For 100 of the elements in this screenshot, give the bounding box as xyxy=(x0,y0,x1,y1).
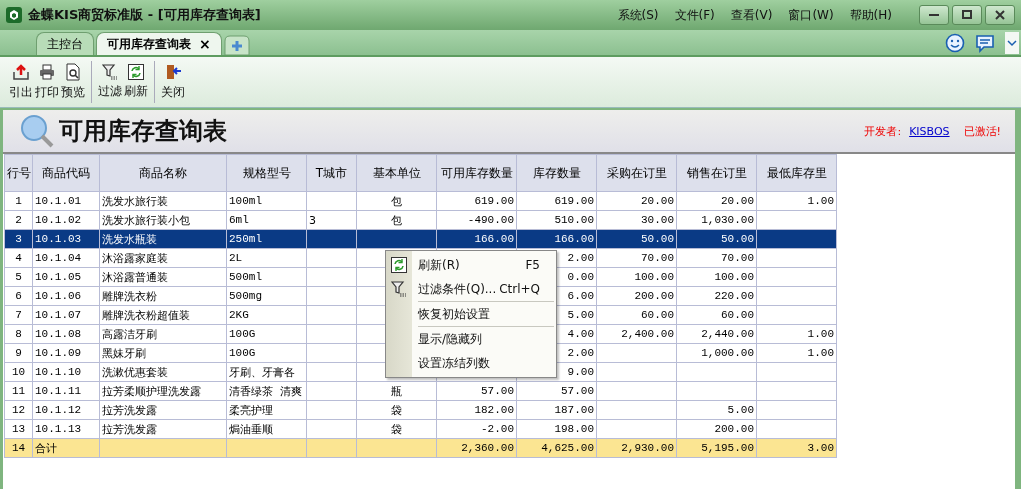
toolbar-button[interactable]: 刷新 xyxy=(124,59,148,105)
table-cell: 500ml xyxy=(226,267,307,287)
table-cell: 8 xyxy=(4,324,33,344)
table-cell: 瓶 xyxy=(356,381,437,401)
table-cell: 200.00 xyxy=(676,419,757,439)
activation-status: 已激活! xyxy=(963,123,1001,139)
table-cell: 10.1.04 xyxy=(32,248,100,268)
table-cell: 5.00 xyxy=(676,400,757,420)
table-cell: -490.00 xyxy=(436,210,517,230)
toolbar-button[interactable]: 过滤 xyxy=(98,59,122,105)
column-header[interactable]: T城市 xyxy=(306,154,357,192)
table-cell: 2L xyxy=(226,248,307,268)
table-cell: 1.00 xyxy=(756,324,837,344)
menu-item[interactable]: 帮助(H) xyxy=(849,6,892,24)
table-cell: 619.00 xyxy=(516,191,597,211)
menu-item[interactable]: 窗口(W) xyxy=(788,6,834,24)
column-header[interactable]: 商品代码 xyxy=(32,154,100,192)
table-cell: 57.00 xyxy=(516,381,597,401)
toolbar-button[interactable]: 预览 xyxy=(61,59,85,105)
table-cell: 拉芳柔顺护理洗发露 xyxy=(99,381,227,401)
table-cell: 1.00 xyxy=(756,191,837,211)
table-cell: 沐浴露家庭装 xyxy=(99,248,227,268)
developer-label: 开发者: xyxy=(864,123,902,139)
column-header[interactable]: 最低库存里 xyxy=(756,154,837,192)
table-cell: 220.00 xyxy=(676,286,757,306)
table-cell: 1.00 xyxy=(756,343,837,363)
report-title: 可用库存查询表 xyxy=(59,116,227,147)
table-cell: 柔亮护理 xyxy=(226,400,307,420)
table-cell: 洗发水旅行装 xyxy=(99,191,227,211)
table-cell: 500mg xyxy=(226,286,307,306)
table-cell: 6ml xyxy=(226,210,307,230)
table-cell: 雕牌洗衣粉 xyxy=(99,286,227,306)
menu-item[interactable]: 系统(S) xyxy=(617,6,659,24)
table-cell: 20.00 xyxy=(676,191,757,211)
table-cell: 12 xyxy=(4,400,33,420)
table-cell: 清香绿茶 清爽 xyxy=(226,381,307,401)
table-cell: 70.00 xyxy=(596,248,677,268)
table-cell: 拉芳洗发露 xyxy=(99,400,227,420)
table-cell: 1,000.00 xyxy=(676,343,757,363)
column-header[interactable]: 规格型号 xyxy=(226,154,307,192)
table-cell: 2 xyxy=(4,210,33,230)
table-cell: 高露洁牙刷 xyxy=(99,324,227,344)
menu-item[interactable]: 查看(V) xyxy=(730,6,773,24)
tab[interactable]: 主控台 xyxy=(36,32,94,55)
column-header[interactable]: 可用库存数量 xyxy=(436,154,517,192)
table-cell: 200.00 xyxy=(596,286,677,306)
table-cell: 牙刷、牙膏各 xyxy=(226,362,307,382)
table-cell: 10.1.05 xyxy=(32,267,100,287)
table-cell: 10.1.12 xyxy=(32,400,100,420)
menu-item[interactable]: 文件(F) xyxy=(674,6,715,24)
table-cell: 198.00 xyxy=(516,419,597,439)
column-header[interactable]: 行号 xyxy=(4,154,33,192)
table-cell: 10.1.06 xyxy=(32,286,100,306)
toolbar-button[interactable]: 引出 xyxy=(9,59,33,105)
table-cell: 10.1.01 xyxy=(32,191,100,211)
table-cell: 619.00 xyxy=(436,191,517,211)
table-cell: 100G xyxy=(226,324,307,344)
developer-link[interactable]: KISBOS xyxy=(909,124,950,138)
column-header[interactable]: 采购在订里 xyxy=(596,154,677,192)
column-header[interactable]: 销售在订里 xyxy=(676,154,757,192)
table-cell: 2KG xyxy=(226,305,307,325)
table-cell: 袋 xyxy=(356,419,437,439)
table-cell: 10.1.02 xyxy=(32,210,100,230)
table-cell: 2,400.00 xyxy=(596,324,677,344)
table-cell: 1 xyxy=(4,191,33,211)
table-cell: 100.00 xyxy=(596,267,677,287)
table-cell: 10.1.10 xyxy=(32,362,100,382)
table-cell: 10.1.08 xyxy=(32,324,100,344)
table-cell: 3 xyxy=(306,210,357,230)
table-cell: 洗发水旅行装小包 xyxy=(99,210,227,230)
table-cell: 11 xyxy=(4,381,33,401)
table-cell: 黑妹牙刷 xyxy=(99,343,227,363)
table-cell: 10.1.13 xyxy=(32,419,100,439)
table-cell: 30.00 xyxy=(596,210,677,230)
table-cell: 60.00 xyxy=(676,305,757,325)
table-cell: 焗油垂顺 xyxy=(226,419,307,439)
table-cell: 雕牌洗衣粉超值装 xyxy=(99,305,227,325)
tab-close-button[interactable]: × xyxy=(199,36,211,52)
table-cell: 10.1.11 xyxy=(32,381,100,401)
table-cell: 9 xyxy=(4,343,33,363)
table-cell: 7 xyxy=(4,305,33,325)
column-header[interactable]: 库存数量 xyxy=(516,154,597,192)
column-header[interactable]: 基本单位 xyxy=(356,154,437,192)
tab[interactable]: 可用库存查询表 × xyxy=(96,32,222,55)
table-cell: 510.00 xyxy=(516,210,597,230)
table-cell: 187.00 xyxy=(516,400,597,420)
toolbar-button[interactable]: 关闭 xyxy=(161,59,185,105)
toolbar-button[interactable]: 打印 xyxy=(35,59,59,105)
table-cell: 2,440.00 xyxy=(676,324,757,344)
table-cell: 拉芳洗发露 xyxy=(99,419,227,439)
table-cell: 包 xyxy=(356,191,437,211)
table-cell: 6 xyxy=(4,286,33,306)
table-cell: 70.00 xyxy=(676,248,757,268)
table-cell: 100ml xyxy=(226,191,307,211)
window-title: 金蝶KIS商贸标准版 - [可用库存查询表] xyxy=(28,6,261,24)
table-cell: 13 xyxy=(4,419,33,439)
column-header[interactable]: 商品名称 xyxy=(99,154,227,192)
table-cell: 60.00 xyxy=(596,305,677,325)
table-cell: 10.1.09 xyxy=(32,343,100,363)
table-cell: 20.00 xyxy=(596,191,677,211)
